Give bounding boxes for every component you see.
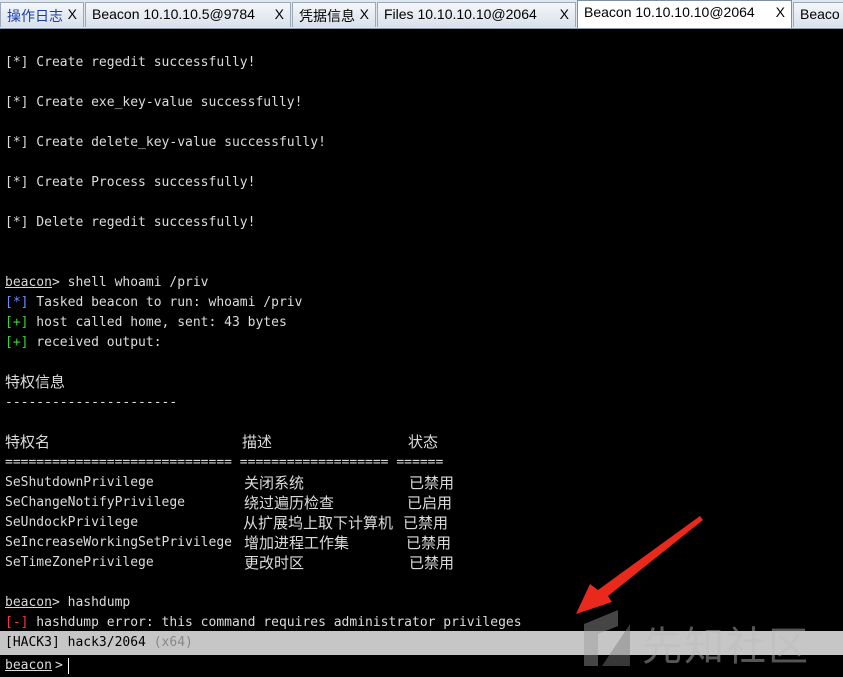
- output-line: [*] Create Process successfully!: [5, 175, 256, 190]
- beacon-prompt: beacon: [5, 275, 52, 290]
- privilege-table-header: 特权名 描述 状态: [5, 432, 605, 452]
- table-separator: ============================= ==========…: [5, 455, 444, 470]
- tab-close-icon[interactable]: X: [560, 6, 569, 22]
- tab-label: Files 10.10.10.10@2064: [384, 6, 537, 22]
- output-line: [*] Create regedit successfully!: [5, 55, 256, 70]
- session-info: [HACK3] hack3/2064 (x64): [5, 635, 193, 650]
- tab-files-10-10-10-10[interactable]: Files 10.10.10.10@2064 X: [377, 2, 576, 27]
- tab-beacon-10-10-10-5[interactable]: Beacon 10.10.10.5@9784 X: [85, 2, 291, 27]
- tab-label: 操作日志: [7, 8, 63, 24]
- console-output[interactable]: [*] Create regedit successfully! [*] Cre…: [0, 29, 843, 631]
- table-row: SeChangeNotifyPrivilege 绕过遍历检查 已启用: [5, 494, 453, 512]
- error-line: [-] hashdump error: this command require…: [5, 615, 522, 630]
- tab-label: Beacon 10.10.10.5@9784: [92, 6, 255, 22]
- tab-operation-log[interactable]: 操作日志 X: [0, 2, 84, 27]
- input-prompt-symbol: >: [55, 658, 63, 673]
- output-line: [*] Delete regedit successfully!: [5, 215, 256, 230]
- column-header-state: 状态: [408, 433, 439, 451]
- privilege-info-title: 特权信息: [5, 373, 66, 391]
- tab-label: Beacon 10.10.10.10@2064: [584, 4, 755, 20]
- command-line: beacon> shell whoami /priv: [5, 275, 209, 290]
- command-input-bar[interactable]: beacon >: [0, 655, 843, 677]
- column-header-name: 特权名: [5, 433, 51, 451]
- session-status-bar: [HACK3] hack3/2064 (x64): [0, 631, 843, 655]
- tab-close-icon[interactable]: X: [275, 6, 284, 22]
- host-line: [+] host called home, sent: 43 bytes: [5, 315, 287, 330]
- tab-close-icon[interactable]: X: [776, 4, 785, 20]
- task-line: [*] Tasked beacon to run: whoami /priv: [5, 295, 303, 310]
- beacon-prompt: beacon: [5, 595, 52, 610]
- received-line: [+] received output:: [5, 335, 162, 350]
- command-input[interactable]: [70, 655, 834, 677]
- table-row: SeUndockPrivilege 从扩展坞上取下计算机 已禁用: [5, 514, 449, 532]
- command-line: beacon> hashdump: [5, 595, 131, 610]
- table-row: SeShutdownPrivilege 关闭系统 已禁用: [5, 474, 455, 492]
- tab-credentials[interactable]: 凭据信息 X: [292, 2, 376, 27]
- input-prompt: beacon: [5, 658, 52, 673]
- tab-bar: 操作日志 X Beacon 10.10.10.5@9784 X 凭据信息 X F…: [0, 0, 843, 29]
- title-rule: ----------------------: [5, 395, 178, 410]
- table-row: SeIncreaseWorkingSetPrivilege 增加进程工作集 已禁…: [5, 534, 452, 552]
- tab-close-icon[interactable]: X: [360, 6, 369, 22]
- tab-label: 凭据信息: [299, 8, 355, 24]
- arch-label: (x64): [153, 635, 193, 650]
- tab-close-icon[interactable]: X: [68, 6, 77, 22]
- output-line: [*] Create exe_key-value successfully!: [5, 95, 303, 110]
- output-line: [*] Create delete_key-value successfully…: [5, 135, 326, 150]
- column-header-desc: 描述: [242, 433, 273, 451]
- table-row: SeTimeZonePrivilege 更改时区 已禁用: [5, 554, 455, 572]
- tab-beacon-overflow[interactable]: Beaco: [793, 2, 843, 27]
- tab-beacon-10-10-10-10[interactable]: Beacon 10.10.10.10@2064 X: [577, 0, 792, 28]
- tab-label: Beaco: [800, 6, 840, 22]
- text-cursor: [68, 658, 69, 674]
